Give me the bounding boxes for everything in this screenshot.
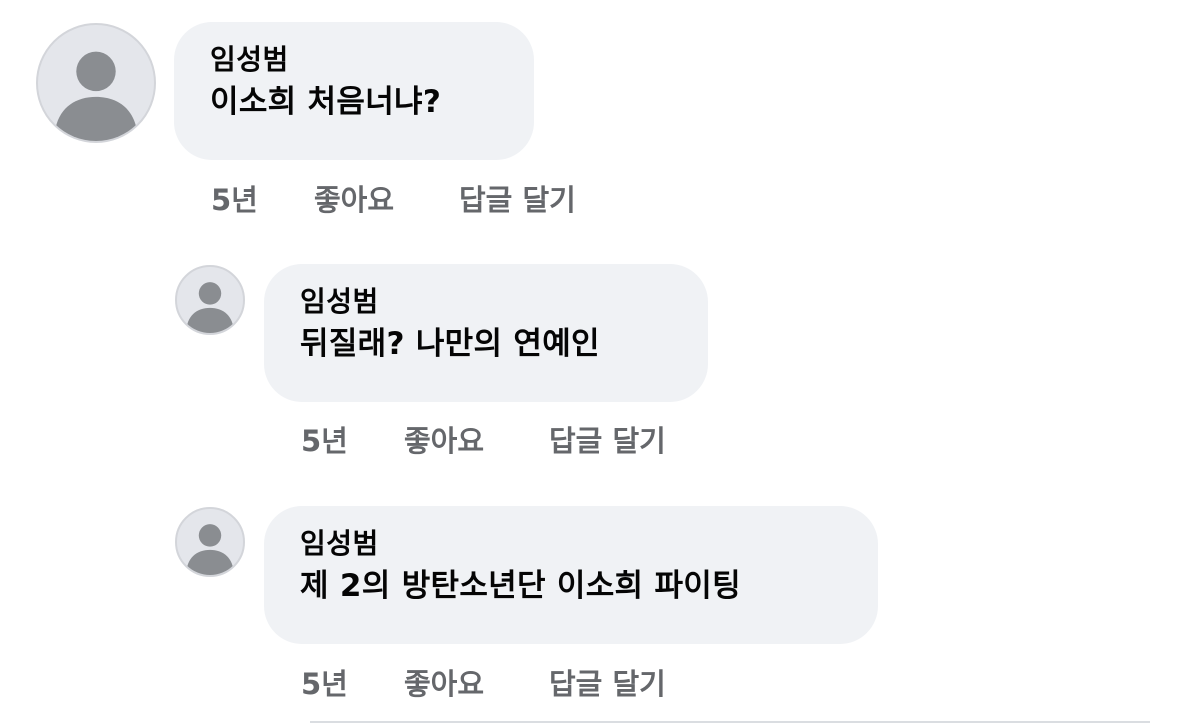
reply-button[interactable]: 답글 달기 bbox=[549, 661, 666, 703]
divider bbox=[310, 721, 1150, 723]
comment-timestamp[interactable]: 5년 bbox=[301, 661, 404, 703]
default-profile-avatar-icon[interactable] bbox=[175, 507, 245, 577]
comment-bubble: 임성범 제 2의 방탄소년단 이소희 파이팅 bbox=[264, 506, 878, 644]
comment-actions: 5년 좋아요 답글 달기 bbox=[301, 662, 666, 702]
reply-comment-2: 임성범 제 2의 방탄소년단 이소희 파이팅 5년 좋아요 답글 달기 bbox=[0, 0, 1178, 725]
comment-text: 제 2의 방탄소년단 이소희 파이팅 bbox=[300, 568, 741, 604]
comment-author[interactable]: 임성범 bbox=[300, 526, 842, 562]
person-silhouette-icon bbox=[186, 524, 234, 575]
like-button[interactable]: 좋아요 bbox=[404, 661, 549, 703]
